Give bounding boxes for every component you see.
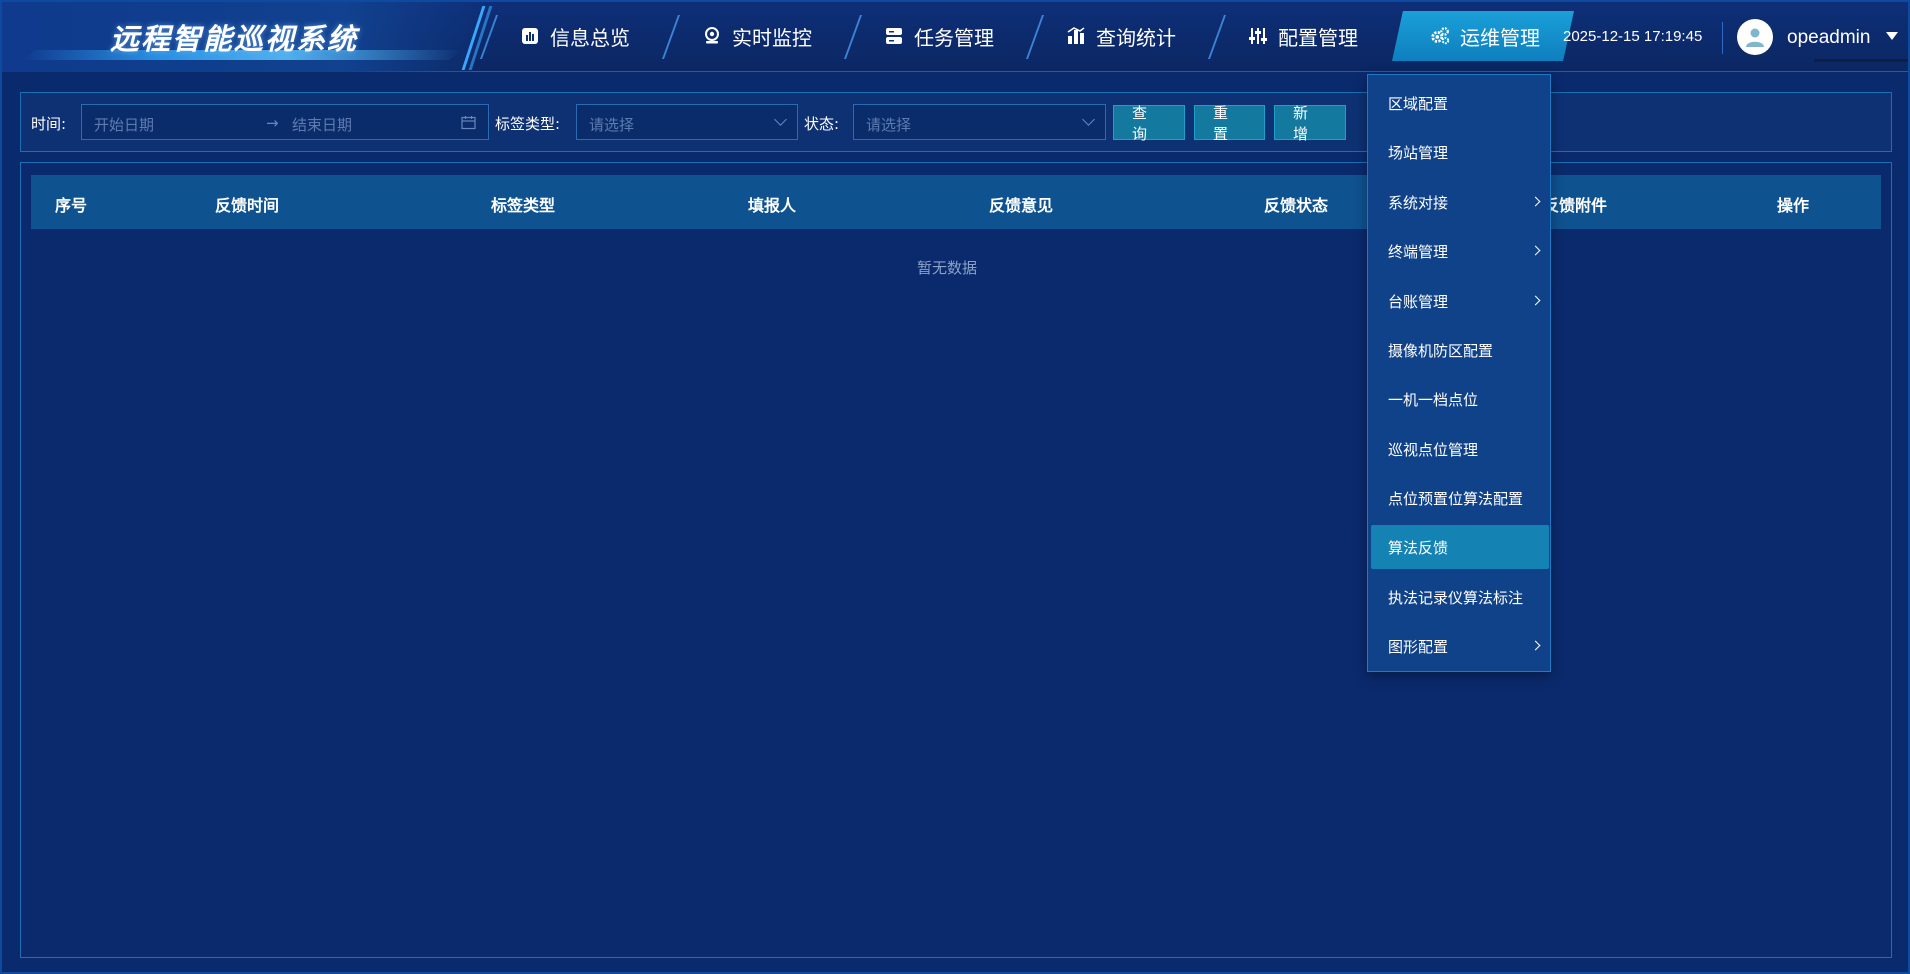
tag-type-select[interactable]: 请选择: [576, 104, 798, 140]
column-header: 反馈时间: [215, 196, 280, 215]
column-header: 填报人: [748, 196, 797, 215]
time-label: 时间:: [31, 115, 67, 133]
menu-item-label: 一机一档点位: [1388, 390, 1479, 409]
menu-item-label: 区域配置: [1388, 94, 1449, 113]
server-icon: [884, 26, 904, 46]
column-header: 反馈附件: [1543, 196, 1608, 215]
menu-item-label: 摄像机防区配置: [1388, 341, 1494, 360]
menu-item-label: 巡视点位管理: [1388, 440, 1479, 459]
tag-type-label: 标签类型:: [495, 115, 561, 133]
nav-item-tasks[interactable]: 任务管理: [846, 11, 1028, 61]
menu-item-terminal-manage[interactable]: 终端管理: [1371, 229, 1549, 273]
start-date-input[interactable]: 开始日期: [94, 114, 154, 135]
user-icon: [1746, 28, 1764, 47]
nav-item-stats[interactable]: 查询统计: [1028, 11, 1210, 61]
menu-item-graphic-config[interactable]: 图形配置: [1371, 624, 1549, 668]
menu-item-camera-zone-config[interactable]: 摄像机防区配置: [1371, 328, 1549, 372]
nav-label: 信息总览: [550, 25, 630, 50]
date-range-separator: →: [266, 114, 279, 132]
status-label: 状态:: [804, 115, 840, 133]
empty-state: 暂无数据: [916, 259, 977, 277]
caret-down-icon[interactable]: [1886, 32, 1898, 40]
nav-item-ops[interactable]: 运维管理: [1392, 11, 1574, 61]
nav-label: 配置管理: [1278, 25, 1358, 50]
filter-bar: 时间: 开始日期 → 结束日期 标签类型: 请选择 状态: 请选择 查 询 重 …: [20, 92, 1892, 152]
column-header: 操作: [1777, 196, 1810, 215]
nav-item-overview[interactable]: 信息总览: [482, 11, 664, 61]
menu-item-label: 终端管理: [1388, 242, 1449, 261]
column-header: 反馈状态: [1264, 196, 1329, 215]
top-header: 远程智能巡视系统 信息总览 实时监控 任务管理 查询统计 配置管理 运维管理 2…: [2, 2, 1908, 72]
menu-item-area-config[interactable]: 区域配置: [1371, 81, 1549, 125]
status-select[interactable]: 请选择: [853, 104, 1106, 140]
username[interactable]: opeadmin: [1787, 27, 1870, 49]
status-placeholder: 请选择: [866, 116, 912, 134]
chevron-right-icon: [1530, 245, 1541, 256]
menu-item-device-archive-points[interactable]: 一机一档点位: [1371, 377, 1549, 421]
menu-item-label: 执法记录仪算法标注: [1388, 588, 1524, 607]
chevron-right-icon: [1530, 196, 1541, 207]
menu-item-label: 台账管理: [1388, 292, 1449, 311]
menu-item-algorithm-feedback[interactable]: 算法反馈: [1371, 525, 1549, 569]
date-range-picker[interactable]: 开始日期 → 结束日期: [81, 104, 489, 140]
nav-item-config[interactable]: 配置管理: [1210, 11, 1392, 61]
table-header: 序号 反馈时间 标签类型 填报人 反馈意见 反馈状态 反馈附件 操作: [31, 175, 1881, 229]
query-button[interactable]: 查 询: [1113, 104, 1185, 143]
reset-button[interactable]: 重 置: [1194, 104, 1265, 143]
chart-bar-icon: [520, 26, 540, 46]
menu-item-recorder-algorithm-labeling[interactable]: 执法记录仪算法标注: [1371, 575, 1549, 619]
add-button[interactable]: 新 增: [1274, 104, 1346, 143]
feedback-table: 序号 反馈时间 标签类型 填报人 反馈意见 反馈状态 反馈附件 操作 暂无数据: [20, 162, 1892, 958]
menu-item-label: 算法反馈: [1388, 538, 1449, 557]
nav-label: 运维管理: [1460, 25, 1540, 50]
webcam-icon: [702, 26, 722, 46]
current-datetime: 2025-12-15 17:19:45: [1563, 28, 1703, 45]
calendar-icon: [461, 115, 476, 134]
user-avatar[interactable]: [1737, 19, 1773, 55]
sliders-icon: [1248, 26, 1268, 46]
column-header: 反馈意见: [989, 196, 1054, 215]
nav-label: 任务管理: [914, 25, 994, 50]
chevron-right-icon: [1530, 295, 1541, 306]
column-header: 标签类型: [491, 196, 556, 215]
menu-item-system-integration[interactable]: 系统对接: [1371, 180, 1549, 224]
header-divider: [1722, 22, 1723, 54]
menu-item-label: 场站管理: [1388, 143, 1449, 162]
gears-icon: [1430, 26, 1450, 46]
menu-item-label: 图形配置: [1388, 637, 1449, 656]
chevron-down-icon: [1082, 113, 1095, 126]
main-nav: 信息总览 实时监控 任务管理 查询统计 配置管理 运维管理: [482, 10, 1574, 62]
menu-item-station-manage[interactable]: 场站管理: [1371, 130, 1549, 174]
end-date-input[interactable]: 结束日期: [292, 114, 352, 135]
chevron-right-icon: [1530, 640, 1541, 651]
nav-label: 查询统计: [1096, 25, 1176, 50]
menu-item-label: 点位预置位算法配置: [1388, 489, 1524, 508]
app-title: 远程智能巡视系统: [110, 22, 359, 56]
header-accent-line: [1814, 59, 1908, 62]
nav-item-monitor[interactable]: 实时监控: [664, 11, 846, 61]
tag-type-placeholder: 请选择: [589, 116, 635, 134]
ops-dropdown-menu: 区域配置 场站管理 系统对接 终端管理 台账管理 摄像机防区配置 一机一档点位 …: [1367, 74, 1551, 672]
nav-label: 实时监控: [732, 25, 812, 50]
column-header: 序号: [55, 196, 88, 215]
menu-item-label: 系统对接: [1388, 193, 1449, 212]
stats-icon: [1066, 26, 1086, 46]
menu-item-preset-algorithm-config[interactable]: 点位预置位算法配置: [1371, 476, 1549, 520]
app-root: 远程智能巡视系统 信息总览 实时监控 任务管理 查询统计 配置管理 运维管理 2…: [0, 0, 1910, 974]
menu-item-patrol-points[interactable]: 巡视点位管理: [1371, 427, 1549, 471]
chevron-down-icon: [774, 113, 787, 126]
menu-item-ledger-manage[interactable]: 台账管理: [1371, 279, 1549, 323]
